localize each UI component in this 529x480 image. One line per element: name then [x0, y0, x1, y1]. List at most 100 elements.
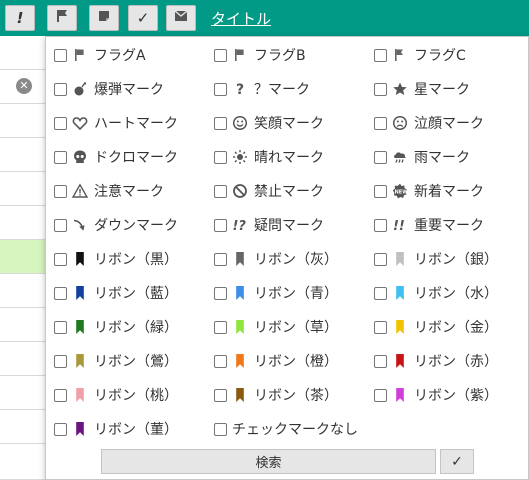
- mark-checkbox[interactable]: [214, 116, 227, 130]
- mark-checkbox[interactable]: [374, 82, 387, 96]
- mark-checkbox[interactable]: [54, 82, 67, 96]
- checkmark-filter-button[interactable]: ✓: [128, 5, 158, 31]
- mark-option-label: ハートマーク: [94, 116, 178, 132]
- mark-option[interactable]: リボン（鶯）: [54, 351, 178, 371]
- mark-option[interactable]: リボン（菫）: [54, 419, 178, 439]
- mark-option[interactable]: リボン（金）: [374, 317, 498, 337]
- mark-checkbox[interactable]: [214, 82, 227, 96]
- mark-checkbox[interactable]: [374, 388, 387, 402]
- mark-option[interactable]: 笑顔マーク: [214, 113, 324, 133]
- clear-icon[interactable]: ✕: [16, 78, 32, 94]
- mark-option[interactable]: 雨マーク: [374, 147, 470, 167]
- mark-option[interactable]: 星マーク: [374, 79, 470, 99]
- mark-option[interactable]: リボン（藍）: [54, 283, 178, 303]
- down-arrow-icon: [72, 217, 88, 233]
- search-button[interactable]: 検索: [101, 449, 436, 474]
- mark-option[interactable]: リボン（紫）: [374, 385, 498, 405]
- mail-filter-button[interactable]: [166, 5, 196, 31]
- mark-option[interactable]: ドクロマーク: [54, 147, 178, 167]
- mark-option-label: フラグA: [94, 48, 146, 64]
- mark-option-label: リボン（赤）: [414, 354, 498, 370]
- flag-filter-button[interactable]: [47, 5, 77, 31]
- mark-option-label: リボン（緑）: [94, 320, 178, 336]
- mark-option[interactable]: リボン（青）: [214, 283, 338, 303]
- mark-option[interactable]: 晴れマーク: [214, 147, 324, 167]
- mark-option[interactable]: チェックマークなし: [214, 419, 358, 439]
- svg-text:!!: !!: [393, 219, 405, 233]
- mark-option[interactable]: リボン（灰）: [214, 249, 338, 269]
- mark-option-label: リボン（銀）: [414, 252, 498, 268]
- table-row: [0, 206, 48, 240]
- ribbon-icon: [72, 319, 88, 335]
- mark-checkbox[interactable]: [374, 252, 387, 266]
- title-link[interactable]: タイトル: [211, 8, 271, 29]
- note-filter-button[interactable]: [89, 5, 119, 31]
- mark-option[interactable]: リボン（赤）: [374, 351, 498, 371]
- exclamation-icon: !: [16, 9, 24, 27]
- skull-icon: [72, 149, 88, 165]
- mark-option-label: チェックマークなし: [232, 422, 358, 438]
- mark-option-label: 泣顔マーク: [414, 116, 484, 132]
- exclamation-filter-button[interactable]: !: [5, 5, 35, 31]
- mark-checkbox[interactable]: [54, 116, 67, 130]
- mark-checkbox[interactable]: [374, 320, 387, 334]
- mark-option[interactable]: リボン（草）: [214, 317, 338, 337]
- mark-checkbox[interactable]: [54, 388, 67, 402]
- table-row: [0, 410, 48, 444]
- mark-option-label: リボン（紫）: [414, 388, 498, 404]
- mark-option[interactable]: リボン（橙）: [214, 351, 338, 371]
- mark-checkbox[interactable]: [54, 218, 67, 232]
- mark-checkbox[interactable]: [214, 184, 227, 198]
- mark-checkbox[interactable]: [214, 320, 227, 334]
- confirm-button[interactable]: ✓: [440, 449, 474, 474]
- mark-option[interactable]: ダウンマーク: [54, 215, 178, 235]
- mark-option[interactable]: 禁止マーク: [214, 181, 324, 201]
- mark-checkbox[interactable]: [374, 286, 387, 300]
- mark-option-label: 禁止マーク: [254, 184, 324, 200]
- mark-option[interactable]: 注意マーク: [54, 181, 164, 201]
- ribbon-icon: [72, 387, 88, 403]
- mark-checkbox[interactable]: [54, 150, 67, 164]
- mark-option[interactable]: リボン（銀）: [374, 249, 498, 269]
- mark-option[interactable]: リボン（桃）: [54, 385, 178, 405]
- mark-checkbox[interactable]: [54, 286, 67, 300]
- mark-checkbox[interactable]: [214, 252, 227, 266]
- mark-option[interactable]: フラグB: [214, 45, 306, 65]
- mark-checkbox[interactable]: [54, 184, 67, 198]
- mark-option[interactable]: NEW 新着マーク: [374, 181, 484, 201]
- mark-checkbox[interactable]: [54, 48, 67, 62]
- table-row: [0, 342, 48, 376]
- mark-option[interactable]: フラグC: [374, 45, 466, 65]
- mark-option[interactable]: 爆弾マーク: [54, 79, 164, 99]
- checkmark-icon: ✓: [136, 9, 150, 27]
- mark-checkbox[interactable]: [214, 48, 227, 62]
- mark-checkbox[interactable]: [54, 422, 67, 436]
- mark-option[interactable]: 泣顔マーク: [374, 113, 484, 133]
- mark-option[interactable]: リボン（茶）: [214, 385, 338, 405]
- mark-checkbox[interactable]: [214, 354, 227, 368]
- mark-checkbox[interactable]: [54, 252, 67, 266]
- mark-checkbox[interactable]: [214, 286, 227, 300]
- mark-option[interactable]: フラグA: [54, 45, 146, 65]
- mark-checkbox[interactable]: [214, 218, 227, 232]
- mark-checkbox[interactable]: [54, 354, 67, 368]
- mark-checkbox[interactable]: [374, 354, 387, 368]
- mark-checkbox[interactable]: [214, 150, 227, 164]
- mark-option[interactable]: リボン（黒）: [54, 249, 178, 269]
- mark-checkbox[interactable]: [54, 320, 67, 334]
- mark-option[interactable]: リボン（水）: [374, 283, 498, 303]
- mark-checkbox[interactable]: [374, 48, 387, 62]
- mark-option[interactable]: ハートマーク: [54, 113, 178, 133]
- mark-checkbox[interactable]: [374, 218, 387, 232]
- mark-option[interactable]: !! 重要マーク: [374, 215, 484, 235]
- ribbon-icon: [392, 251, 408, 267]
- mark-option[interactable]: ? ？マーク: [214, 79, 310, 99]
- mark-option[interactable]: リボン（緑）: [54, 317, 178, 337]
- mark-checkbox[interactable]: [214, 422, 227, 436]
- mark-checkbox[interactable]: [374, 184, 387, 198]
- mark-checkbox[interactable]: [214, 388, 227, 402]
- mark-option[interactable]: !? 疑問マーク: [214, 215, 324, 235]
- mark-checkbox[interactable]: [374, 116, 387, 130]
- mark-option-label: フラグC: [414, 48, 466, 64]
- mark-checkbox[interactable]: [374, 150, 387, 164]
